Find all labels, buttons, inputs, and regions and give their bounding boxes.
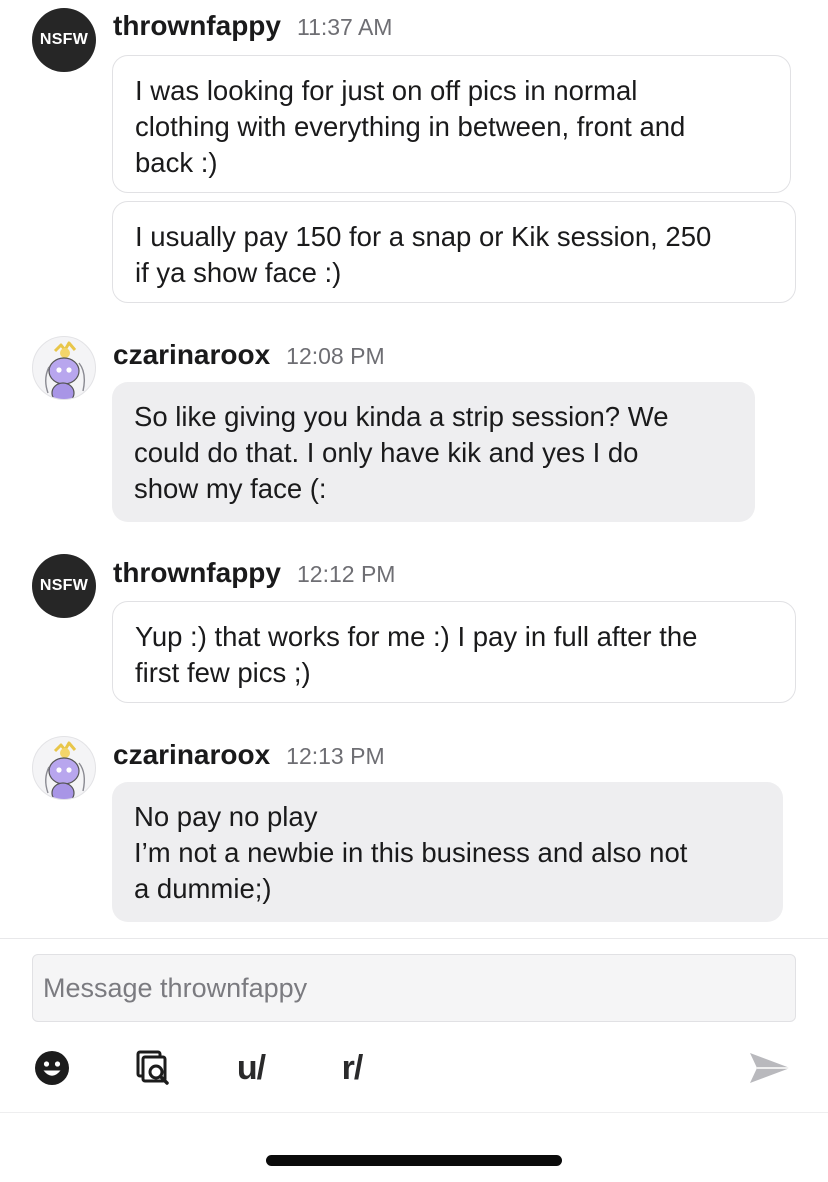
nsfw-avatar[interactable]: NSFW [32,554,96,618]
composer-divider [0,938,828,939]
avatar-label: NSFW [39,31,89,48]
gallery-search-icon [136,1050,169,1085]
snoo-avatar[interactable] [32,336,96,400]
snoo-avatar-icon [45,341,86,399]
message-input[interactable]: Message thrownfappy [32,954,796,1022]
message-bubble[interactable]: So like giving you kinda a strip session… [112,382,755,522]
emoji-icon [35,1051,69,1085]
snoo-avatar[interactable] [32,736,96,800]
message-bubble[interactable]: I was looking for just on off pics in no… [112,55,791,193]
send-icon [750,1053,790,1083]
message-bubble[interactable]: Yup :) that works for me :) I pay in ful… [112,601,796,703]
message-input-placeholder: Message thrownfappy [43,973,308,1003]
subreddit-mention-label: r/ [341,1048,364,1087]
emoji-button[interactable] [32,1046,72,1090]
message-header: thrownfappy 11:37 AM [113,10,392,42]
nsfw-avatar[interactable]: NSFW [32,8,96,72]
timestamp: 12:13 PM [286,743,385,769]
subreddit-mention-button[interactable]: r/ [332,1046,372,1090]
avatar-label: NSFW [39,577,89,594]
bottom-divider [0,1112,828,1113]
home-indicator[interactable] [266,1155,562,1166]
gallery-button[interactable] [132,1046,176,1090]
username[interactable]: czarinaroox [113,339,270,371]
timestamp: 12:08 PM [286,343,385,369]
message-bubble[interactable]: No pay no play I’m not a newbie in this … [112,782,783,922]
message-header: thrownfappy 12:12 PM [113,557,395,589]
message-bubble[interactable]: I usually pay 150 for a snap or Kik sess… [112,201,796,303]
user-mention-label: u/ [236,1048,266,1087]
username[interactable]: thrownfappy [113,10,281,42]
username[interactable]: czarinaroox [113,739,270,771]
timestamp: 12:12 PM [297,561,396,587]
username[interactable]: thrownfappy [113,557,281,589]
message-header: czarinaroox 12:13 PM [113,739,385,771]
snoo-avatar-icon [45,741,86,799]
timestamp: 11:37 AM [297,14,393,40]
send-button[interactable] [746,1046,794,1090]
user-mention-button[interactable]: u/ [226,1046,276,1090]
message-header: czarinaroox 12:08 PM [113,339,385,371]
